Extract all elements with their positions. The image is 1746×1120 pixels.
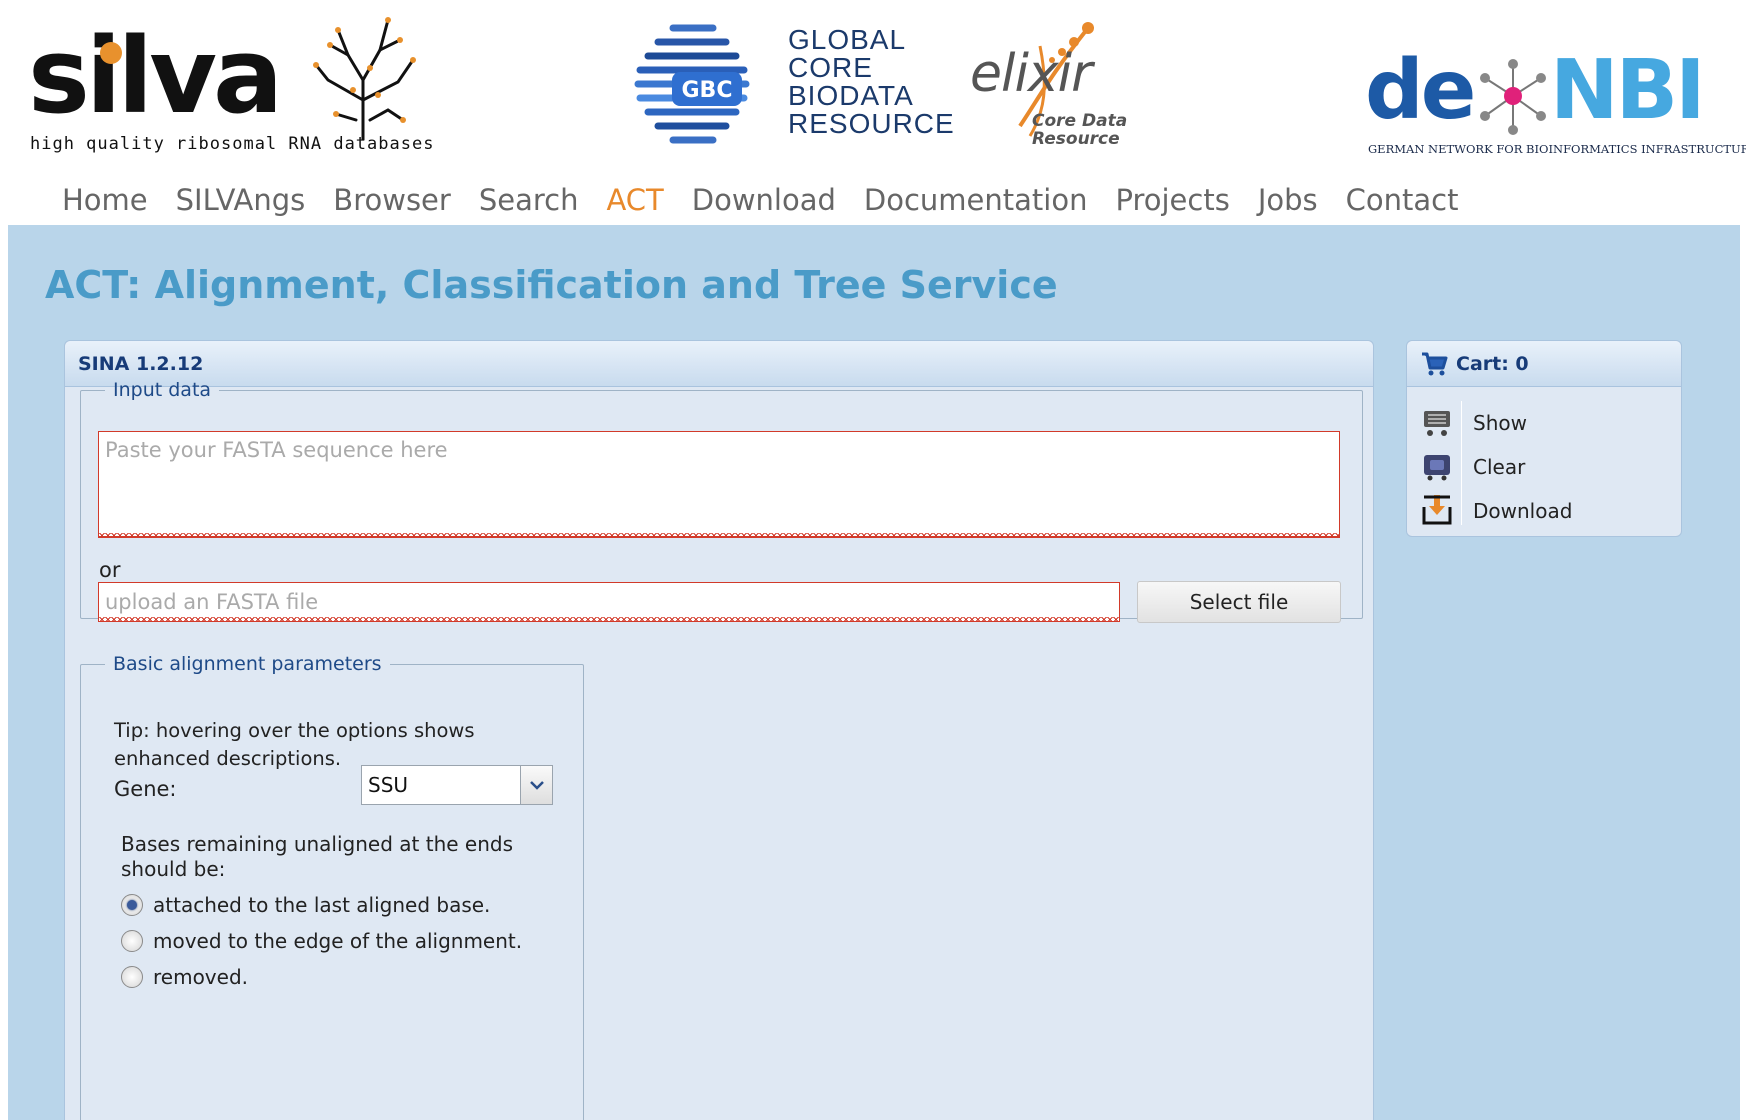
radio-option-attached[interactable]: attached to the last aligned base. [121,893,490,917]
nav-item-browser[interactable]: Browser [333,178,451,222]
denbi-nbi-text: NBI [1550,43,1706,138]
nav-item-documentation[interactable]: Documentation [864,178,1088,222]
gbc-wordmark: GLOBAL CORE BIODATA RESOURCE [788,24,955,139]
radio-button[interactable] [121,966,143,988]
nav-item-download[interactable]: Download [692,178,836,222]
elixir-wordmark: elixir [970,44,1092,104]
radio-option-moved[interactable]: moved to the edge of the alignment. [121,929,522,953]
cart-show-item[interactable]: Show [1407,401,1681,445]
site-header: silva high quality ribosomal RNA databas… [0,0,1746,225]
main-nav: Home SILVAngs Browser Search ACT Downloa… [62,178,1486,222]
radio-label: removed. [153,965,248,989]
fasta-textarea-placeholder: Paste your FASTA sequence here [105,438,448,462]
tree-icon [313,17,416,140]
nav-item-contact[interactable]: Contact [1346,178,1459,222]
radio-button[interactable] [121,930,143,952]
fasta-file-placeholder: upload an FASTA file [105,590,319,614]
gbc-globe-icon: GBC [634,24,750,144]
input-data-legend: Input data [113,379,212,401]
nav-item-act[interactable]: ACT [606,178,663,222]
nav-item-home[interactable]: Home [62,178,148,222]
main-content: ACT: Alignment, Classification and Tree … [8,225,1740,1120]
page-title: ACT: Alignment, Classification and Tree … [45,263,1058,307]
cart-clear-item[interactable]: Clear [1407,445,1681,489]
cart-clear-label: Clear [1473,455,1526,479]
bases-unaligned-label: Bases remaining unaligned at the ends sh… [121,832,514,881]
cart-panel: Cart: 0 Show Clear Download [1406,340,1682,537]
denbi-subtitle: GERMAN NETWORK FOR BIOINFORMATICS INFRAS… [1368,142,1746,156]
gene-select[interactable]: SSU [361,765,553,805]
cart-panel-header: Cart: 0 [1407,341,1681,387]
cart-icon [1422,352,1448,375]
select-file-button[interactable]: Select file [1137,581,1341,623]
cart-show-label: Show [1473,411,1527,435]
cart-download-icon [1422,495,1452,525]
basic-params-legend: Basic alignment parameters [113,653,382,675]
fasta-sequence-textarea[interactable]: Paste your FASTA sequence here [98,431,1340,538]
cart-download-item[interactable]: Download [1407,489,1681,533]
radio-button[interactable] [121,894,143,916]
gbc-logo[interactable]: GBC GLOBAL CORE BIODATA RESOURCE [628,18,954,148]
chevron-down-icon[interactable] [520,766,552,804]
cart-title: Cart: 0 [1456,352,1529,375]
denbi-logo[interactable]: de NBI GERMAN NETWORK FOR BIOINFORMATICS… [1365,43,1746,160]
elixir-logo[interactable]: elixir Core Data Resource [970,16,1150,156]
gene-select-value: SSU [368,773,409,797]
fasta-file-input[interactable]: upload an FASTA file [98,582,1120,622]
sina-panel-title: SINA 1.2.12 [78,352,204,375]
denbi-de-text: de [1365,43,1476,138]
nav-item-silvangs[interactable]: SILVAngs [176,178,306,222]
radio-label: moved to the edge of the alignment. [153,929,523,953]
radio-label: attached to the last aligned base. [153,893,491,917]
cart-show-icon [1424,411,1450,436]
nav-item-search[interactable]: Search [479,178,579,222]
cart-download-label: Download [1473,499,1573,523]
nav-item-jobs[interactable]: Jobs [1258,178,1318,222]
validation-error-underline [99,533,1339,538]
sina-panel: SINA 1.2.12 Input data Paste your FASTA … [64,340,1374,1120]
nav-item-projects[interactable]: Projects [1115,178,1229,222]
silva-logo[interactable]: silva high quality ribosomal RNA databas… [28,10,433,158]
cart-clear-icon [1424,455,1450,481]
gene-label: Gene: [114,777,177,801]
cart-menu: Show Clear Download [1407,401,1681,533]
input-data-fieldset: Input data Paste your FASTA sequence her… [80,379,1363,623]
silva-wordmark: silva [28,15,283,137]
silva-logo-dot [100,42,122,64]
radio-option-removed[interactable]: removed. [121,965,248,989]
elixir-subtitle: Core Data Resource [1032,111,1128,149]
validation-error-underline [99,617,1119,622]
gbc-badge: GBC [682,78,733,103]
or-label: or [99,558,121,582]
network-node-icon [1480,59,1546,135]
basic-params-fieldset: Basic alignment parameters Tip: hovering… [80,653,584,1120]
